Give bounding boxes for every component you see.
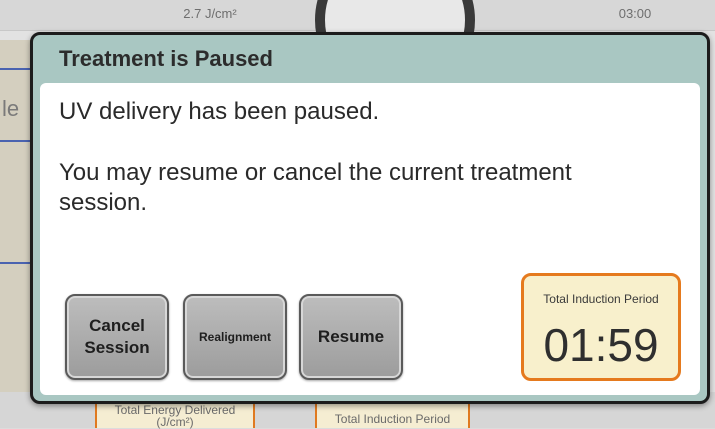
realignment-button[interactable]: Realignment xyxy=(183,294,287,380)
induction-period-label: Total Induction Period xyxy=(543,292,659,306)
pause-dialog: Treatment is Paused UV delivery has been… xyxy=(30,32,710,404)
background-divider xyxy=(0,262,30,264)
dialog-title: Treatment is Paused xyxy=(59,46,273,71)
resume-button[interactable]: Resume xyxy=(299,294,403,380)
background-divider xyxy=(0,68,30,70)
induction-period-time: 01:59 xyxy=(543,319,659,371)
resume-cancel-message: You may resume or cancel the current tre… xyxy=(59,159,572,216)
cancel-session-button[interactable]: Cancel Session xyxy=(65,294,169,380)
background-left-panel xyxy=(0,40,32,400)
resume-label: Resume xyxy=(317,327,385,346)
background-time-value: 03:00 xyxy=(618,6,652,21)
induction-period-box: Total Induction Period 01:59 xyxy=(521,273,681,381)
background-divider xyxy=(0,140,30,142)
realignment-label: Realignment xyxy=(198,330,271,344)
background-energy-value: 2.7 J/cm² xyxy=(183,6,237,21)
cancel-session-label: Cancel Session xyxy=(84,316,150,357)
background-left-text: le xyxy=(2,96,20,121)
dialog-body: UV delivery has been paused. You may res… xyxy=(40,83,700,395)
pause-message: UV delivery has been paused. xyxy=(59,98,380,125)
